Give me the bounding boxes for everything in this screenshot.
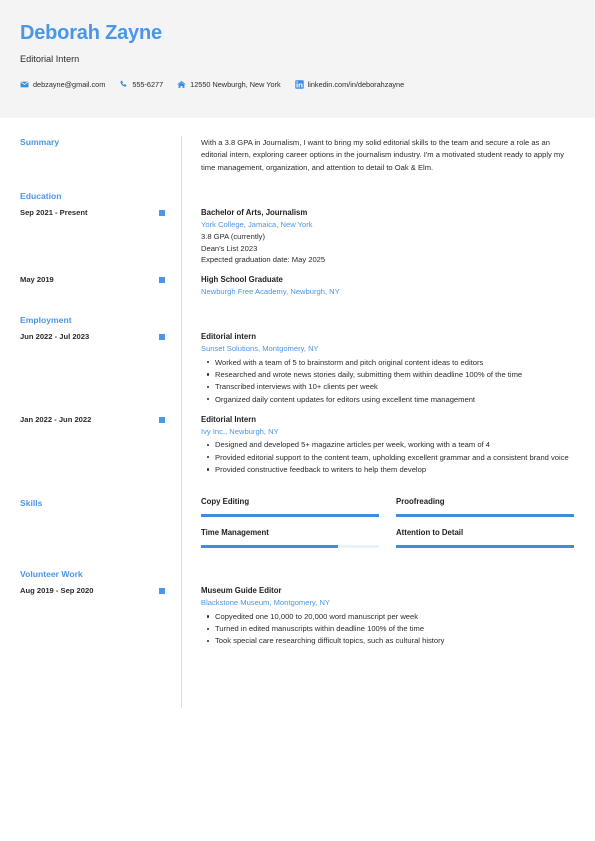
contact-email[interactable]: debzayne@gmail.com: [20, 80, 105, 90]
section-employment: Employment Jun 2022 - Jul 2023 Editorial…: [20, 314, 575, 476]
volunteer-entry-org: Blackstone Museum, Montgomery, NY: [201, 598, 331, 608]
volunteer-entry-bullets: Copyedited one 10,000 to 20,000 word man…: [201, 611, 575, 647]
candidate-job-title: Editorial Intern: [20, 54, 80, 64]
contact-row: debzayne@gmail.com 555-6277 12550 Newbur…: [20, 80, 575, 90]
list-item: Provided editorial support to the conten…: [207, 452, 571, 464]
list-item: Took special care researching difficult …: [207, 635, 571, 647]
section-skills-head: Skills: [20, 497, 181, 509]
section-skills-body: Copy Editing Proofreading Time Managemen…: [181, 497, 575, 549]
contact-address-value: 12550 Newburgh, New York: [190, 79, 281, 89]
employment-entry-org: Ivy Inc., Newburgh, NY: [201, 426, 279, 436]
section-summary-title: Summary: [20, 137, 60, 147]
employment-entry-date: Jan 2022 - Jun 2022: [20, 414, 92, 424]
volunteer-entry-body: Museum Guide Editor Blackstone Museum, M…: [159, 586, 575, 647]
home-icon: [177, 80, 186, 89]
section-skills-title: Skills: [20, 498, 43, 509]
employment-entry-bullets: Designed and developed 5+ magazine artic…: [201, 439, 575, 475]
linkedin-icon: [294, 80, 304, 90]
email-icon: [20, 80, 29, 89]
skill-level-bar: [396, 514, 574, 518]
section-skills: Skills Copy Editing Proofreading Time Ma…: [20, 497, 575, 549]
skill-item: Proofreading: [396, 497, 574, 518]
skills-grid: Copy Editing Proofreading Time Managemen…: [201, 497, 575, 549]
education-entry-detail: 3.8 GPA (currently): [201, 232, 266, 242]
contact-email-value: debzayne@gmail.com: [33, 79, 106, 89]
education-entry-body: Bachelor of Arts, Journalism York Colleg…: [159, 207, 575, 266]
employment-entry-body: Editorial Intern Ivy Inc., Newburgh, NY …: [159, 414, 575, 476]
list-item: Worked with a team of 5 to brainstorm an…: [207, 357, 571, 369]
education-entry-detail: Dean's List 2023: [201, 243, 258, 253]
volunteer-entry: Aug 2019 - Sep 2020 Museum Guide Editor …: [20, 586, 575, 647]
skill-item: Copy Editing: [201, 497, 379, 518]
section-volunteer-title: Volunteer Work: [20, 569, 83, 580]
list-item: Designed and developed 5+ magazine artic…: [207, 439, 571, 451]
section-employment-title: Employment: [20, 315, 72, 326]
education-entry-details: 3.8 GPA (currently) Dean's List 2023 Exp…: [201, 231, 575, 265]
section-summary-head: Summary: [20, 136, 181, 148]
employment-entry-role: Editorial intern: [201, 332, 257, 342]
contact-linkedin-value: linkedin.com/in/deborahzayne: [307, 79, 405, 89]
section-volunteer: Volunteer Work Aug 2019 - Sep 2020 Museu…: [20, 568, 575, 647]
skill-item: Time Management: [201, 528, 379, 549]
employment-entry-body: Editorial intern Sunset Solutions, Montg…: [159, 332, 575, 406]
section-summary-body: With a 3.8 GPA in Journalism, I want to …: [181, 136, 575, 174]
contact-phone[interactable]: 555-6277: [119, 80, 163, 90]
education-entry: May 2019 High School Graduate Newburgh F…: [20, 275, 575, 298]
skill-level-fill: [396, 545, 574, 549]
employment-entry-date: Jun 2022 - Jul 2023: [20, 332, 90, 342]
employment-entry-org: Sunset Solutions, Montgomery, NY: [201, 344, 319, 354]
education-entry-org: York College, Jamaica, New York: [201, 219, 313, 229]
skill-level-bar: [396, 545, 574, 549]
resume-body: Summary With a 3.8 GPA in Journalism, I …: [0, 136, 595, 708]
list-item: Turned in edited manuscripts within dead…: [207, 623, 571, 635]
employment-entry: Jun 2022 - Jul 2023 Editorial intern Sun…: [20, 332, 575, 406]
skill-level-fill: [201, 545, 339, 549]
contact-linkedin[interactable]: linkedin.com/in/deborahzayne: [294, 79, 405, 90]
candidate-name: Deborah Zayne: [20, 22, 162, 44]
education-entry-date: Sep 2021 - Present: [20, 207, 88, 217]
employment-entry-role: Editorial Intern: [201, 414, 257, 424]
skill-name: Attention to Detail: [396, 528, 464, 538]
resume-header: Deborah Zayne Editorial Intern debzayne@…: [0, 0, 595, 118]
section-education-title: Education: [20, 190, 62, 201]
contact-address[interactable]: 12550 Newburgh, New York: [177, 79, 281, 90]
volunteer-entry-role: Museum Guide Editor: [201, 586, 282, 596]
education-entry: Sep 2021 - Present Bachelor of Arts, Jou…: [20, 208, 575, 266]
list-item: Transcribed interviews with 10+ clients …: [207, 381, 571, 393]
skill-name: Proofreading: [396, 497, 445, 507]
contact-phone-value: 555-6277: [132, 79, 164, 89]
list-item: Copyedited one 10,000 to 20,000 word man…: [207, 611, 571, 623]
skill-name: Time Management: [201, 528, 269, 538]
skill-level-bar: [201, 545, 379, 549]
skill-level-fill: [201, 514, 379, 518]
education-entry-detail: Expected graduation date: May 2025: [201, 255, 326, 265]
employment-entry-bullets: Worked with a team of 5 to brainstorm an…: [201, 357, 575, 406]
skill-level-fill: [396, 514, 574, 518]
section-education: Education Sep 2021 - Present Bachelor of…: [20, 190, 575, 297]
skill-name: Copy Editing: [201, 497, 250, 507]
education-entry-role: High School Graduate: [201, 274, 283, 284]
section-summary: Summary With a 3.8 GPA in Journalism, I …: [20, 136, 575, 174]
bottom-spacer: [20, 648, 575, 708]
volunteer-entry-date: Aug 2019 - Sep 2020: [20, 586, 94, 596]
employment-entry: Jan 2022 - Jun 2022 Editorial Intern Ivy…: [20, 415, 575, 476]
education-entry-role: Bachelor of Arts, Journalism: [201, 207, 308, 217]
education-entry-date: May 2019: [20, 274, 54, 284]
education-entry-body: High School Graduate Newburgh Free Acade…: [159, 274, 575, 298]
list-item: Provided constructive feedback to writer…: [207, 464, 571, 476]
phone-icon: [119, 80, 128, 89]
list-item: Organized daily content updates for edit…: [207, 394, 571, 406]
summary-text: With a 3.8 GPA in Journalism, I want to …: [201, 138, 565, 172]
skill-item: Attention to Detail: [396, 528, 574, 549]
skill-level-bar: [201, 514, 379, 518]
education-entry-org: Newburgh Free Academy, Newburgh, NY: [201, 286, 340, 296]
list-item: Researched and wrote news stories daily,…: [207, 369, 571, 381]
